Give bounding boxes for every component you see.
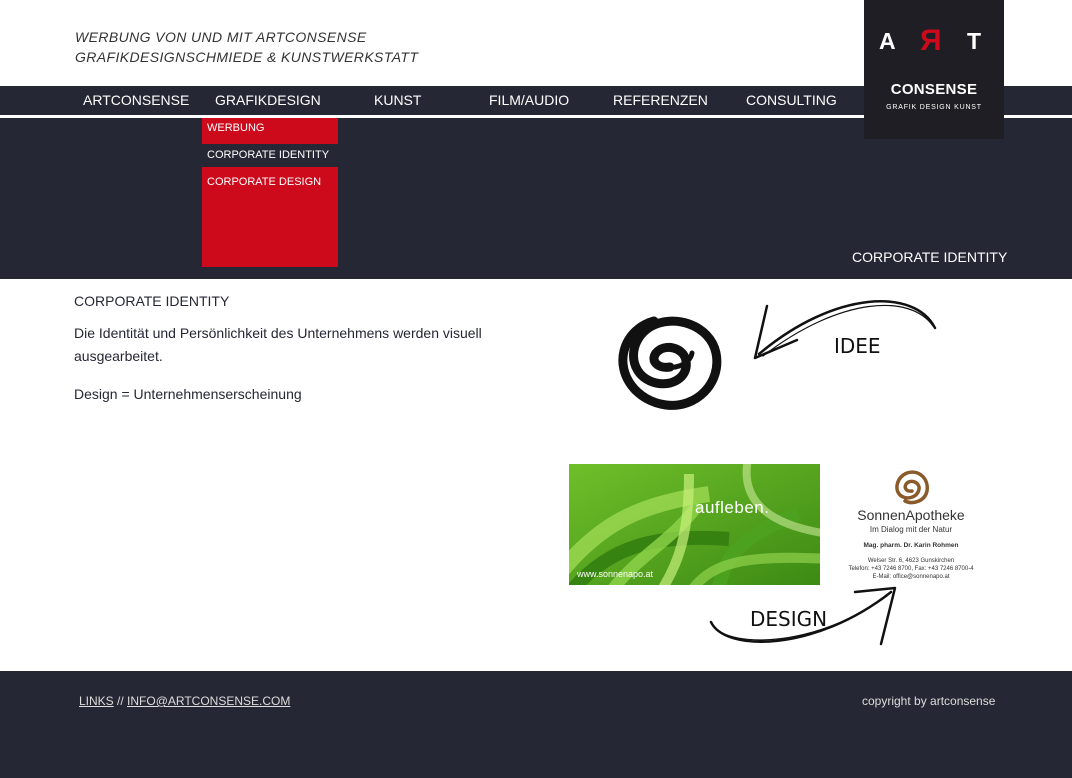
sonnen-email: E-Mail: office@sonnenapo.at [872, 574, 950, 580]
footer-separator: // [113, 694, 128, 708]
nav-item-consulting[interactable]: CONSULTING [746, 86, 837, 115]
logo-letter-t: T [967, 28, 982, 54]
sonnen-tagline: Im Dialog mit der Natur [869, 525, 953, 534]
content-paragraph-1: Die Identität und Persönlichkeit des Unt… [74, 325, 482, 364]
tagline-line-1: WERBUNG VON UND MIT ARTCONSENSE [75, 29, 367, 45]
footer-links: LINKS // INFO@ARTCONSENSE.COM [79, 694, 290, 708]
tagline-line-2: GRAFIKDESIGNSCHMIEDE & KUNSTWERKSTATT [75, 49, 419, 65]
sonnen-name-part2: Apotheke [905, 507, 965, 523]
submenu-item-corporate-design[interactable]: CORPORATE DESIGN [202, 171, 338, 194]
footer [0, 671, 1072, 778]
leaf-graphic-icon [569, 464, 820, 585]
footer-copyright: copyright by artconsense [862, 694, 996, 708]
idea-arrow-icon [753, 300, 937, 360]
nav-item-film-audio[interactable]: FILM/AUDIO [489, 86, 569, 115]
idea-spiral-icon [618, 316, 722, 410]
sonnen-person: Mag. pharm. Dr. Karin Rohmen [863, 542, 959, 549]
logo-subtitle: GRAFIK DESIGN KUNST [886, 104, 982, 111]
green-ad-slogan: aufleben. [695, 498, 770, 517]
header-tagline: WERBUNG VON UND MIT ARTCONSENSE GRAFIKDE… [75, 27, 418, 67]
sonnen-contact-block: Welser Str. 6, 4623 Gunskirchen Telefon:… [826, 557, 996, 581]
logo-letter-r-mirrored: R [920, 24, 942, 57]
hero-page-title: CORPORATE IDENTITY [852, 249, 1008, 265]
nav-item-kunst[interactable]: KUNST [374, 86, 421, 115]
logo-letter-a: A [879, 28, 896, 54]
content-paragraph-2: Design = Unternehmenserscheinung [74, 386, 302, 402]
sonnen-name-part1: Sonnen [857, 507, 906, 523]
idee-label: IDEE [834, 334, 881, 358]
sonnen-apotheke-name: SonnenApotheke [826, 507, 996, 523]
footer-link-email[interactable]: INFO@ARTCONSENSE.COM [127, 694, 290, 708]
submenu-item-corporate-identity[interactable]: CORPORATE IDENTITY [202, 144, 338, 167]
green-ad-url: www.sonnenapo.at [577, 569, 654, 579]
submenu-item-werbung[interactable]: WERBUNG [202, 117, 338, 140]
green-ad-image: aufleben. www.sonnenapo.at [569, 464, 820, 585]
nav-item-grafikdesign[interactable]: GRAFIKDESIGN [215, 86, 321, 115]
sonnen-apotheke-logo-icon [895, 470, 929, 505]
artconsense-logo[interactable]: A R T CONSENSE GRAFIK DESIGN KUNST [864, 0, 1004, 139]
content-title: CORPORATE IDENTITY [74, 293, 230, 309]
sonnen-phone: Telefon: +43 7246 8700, Fax: +43 7246 87… [848, 566, 974, 572]
design-label: DESIGN [750, 607, 828, 631]
footer-link-links[interactable]: LINKS [79, 694, 114, 708]
sonnen-address: Welser Str. 6, 4623 Gunskirchen [867, 558, 955, 564]
nav-item-referenzen[interactable]: REFERENZEN [613, 86, 708, 115]
nav-item-artconsense[interactable]: ARTCONSENSE [83, 86, 189, 115]
logo-brand-text: CONSENSE [890, 81, 978, 98]
